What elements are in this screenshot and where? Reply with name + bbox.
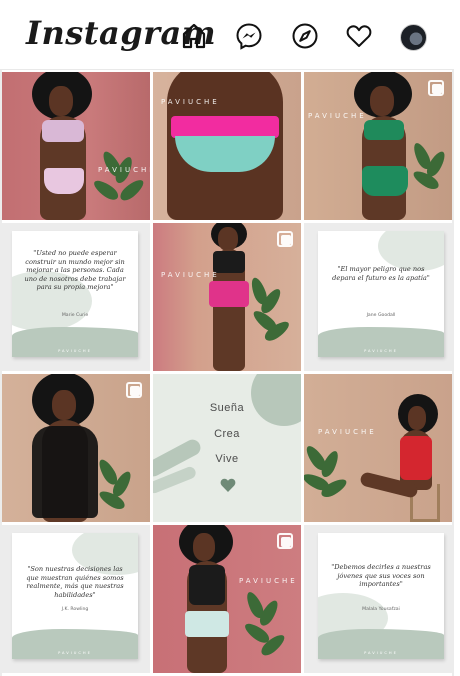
brand-watermark: PAVIUCHE <box>98 166 150 174</box>
post-tile-2[interactable]: PAVIUCHE <box>153 72 301 220</box>
photo-black-babydoll <box>2 374 150 522</box>
quote-author: Marie Curie <box>61 313 89 318</box>
brand-watermark: PAVIUCHE <box>239 577 298 585</box>
quote-card: "Usted no puede esperar construir un mun… <box>12 231 138 357</box>
brand-watermark: PAVIUCHE <box>318 428 377 436</box>
post-tile-8[interactable]: Sueña Crea Vive <box>153 374 301 522</box>
heart-icon <box>220 478 236 492</box>
photo-pink-briefs: PAVIUCHE <box>153 72 301 220</box>
brand-watermark: PAVIUCHE <box>161 98 220 106</box>
quote-author: Jane Goodall <box>366 313 396 318</box>
decor-circle <box>251 374 301 426</box>
carousel-icon <box>126 382 142 398</box>
home-icon[interactable] <box>180 22 208 50</box>
activity-heart-icon[interactable] <box>345 22 373 50</box>
quote-author: Malala Yousafzai <box>362 607 400 612</box>
quote-card: "El mayor peligro que nos depara el futu… <box>318 231 444 357</box>
post-tile-4[interactable]: "Usted no puede esperar construir un mun… <box>2 223 150 371</box>
profile-avatar[interactable] <box>400 24 427 51</box>
quote-footer: PAVIUCHE <box>58 651 92 655</box>
photo-red-set: PAVIUCHE <box>304 374 452 522</box>
photo-pink-lingerie: PAVIUCHE <box>2 72 150 220</box>
post-tile-10[interactable]: "Son nuestras decisiones las que muestra… <box>2 525 150 673</box>
photo-green-set: PAVIUCHE <box>304 72 452 220</box>
word-vive: Vive <box>215 453 239 465</box>
carousel-icon <box>277 533 293 549</box>
quote-footer: PAVIUCHE <box>364 651 398 655</box>
quote-footer: PAVIUCHE <box>364 349 398 353</box>
post-tile-12[interactable]: "Debemos decirles a nuestras jóvenes que… <box>304 525 452 673</box>
explore-compass-icon[interactable] <box>291 22 319 50</box>
quote-text: "Usted no puede esperar construir un mun… <box>24 249 126 292</box>
quote-card: "Son nuestras decisiones las que muestra… <box>12 533 138 659</box>
post-grid: PAVIUCHE PAVIUCHE PAVIUCHE <box>2 72 452 676</box>
quote-author: J.K. Rowling <box>61 607 89 612</box>
word-suena: Sueña <box>209 402 245 414</box>
photo-pink-shorts: PAVIUCHE <box>153 223 301 371</box>
post-tile-1[interactable]: PAVIUCHE <box>2 72 150 220</box>
photo-floral-shorts: PAVIUCHE <box>153 525 301 673</box>
quote-text: "Son nuestras decisiones las que muestra… <box>26 565 124 599</box>
post-tile-3[interactable]: PAVIUCHE <box>304 72 452 220</box>
brand-watermark: PAVIUCHE <box>308 112 367 120</box>
post-tile-6[interactable]: "El mayor peligro que nos depara el futu… <box>304 223 452 371</box>
brand-watermark: PAVIUCHE <box>161 271 220 279</box>
quote-text: "El mayor peligro que nos depara el futu… <box>332 265 430 282</box>
messenger-icon[interactable] <box>235 22 263 50</box>
top-bar: Instagram <box>0 0 454 70</box>
post-tile-7[interactable] <box>2 374 150 522</box>
quote-text: "Debemos decirles a nuestras jóvenes que… <box>331 563 431 589</box>
quote-footer: PAVIUCHE <box>58 349 92 353</box>
carousel-icon <box>428 80 444 96</box>
carousel-icon <box>277 231 293 247</box>
post-tile-11[interactable]: PAVIUCHE <box>153 525 301 673</box>
word-crea: Crea <box>214 428 240 440</box>
post-tile-9[interactable]: PAVIUCHE <box>304 374 452 522</box>
quote-card: "Debemos decirles a nuestras jóvenes que… <box>318 533 444 659</box>
post-tile-5[interactable]: PAVIUCHE <box>153 223 301 371</box>
